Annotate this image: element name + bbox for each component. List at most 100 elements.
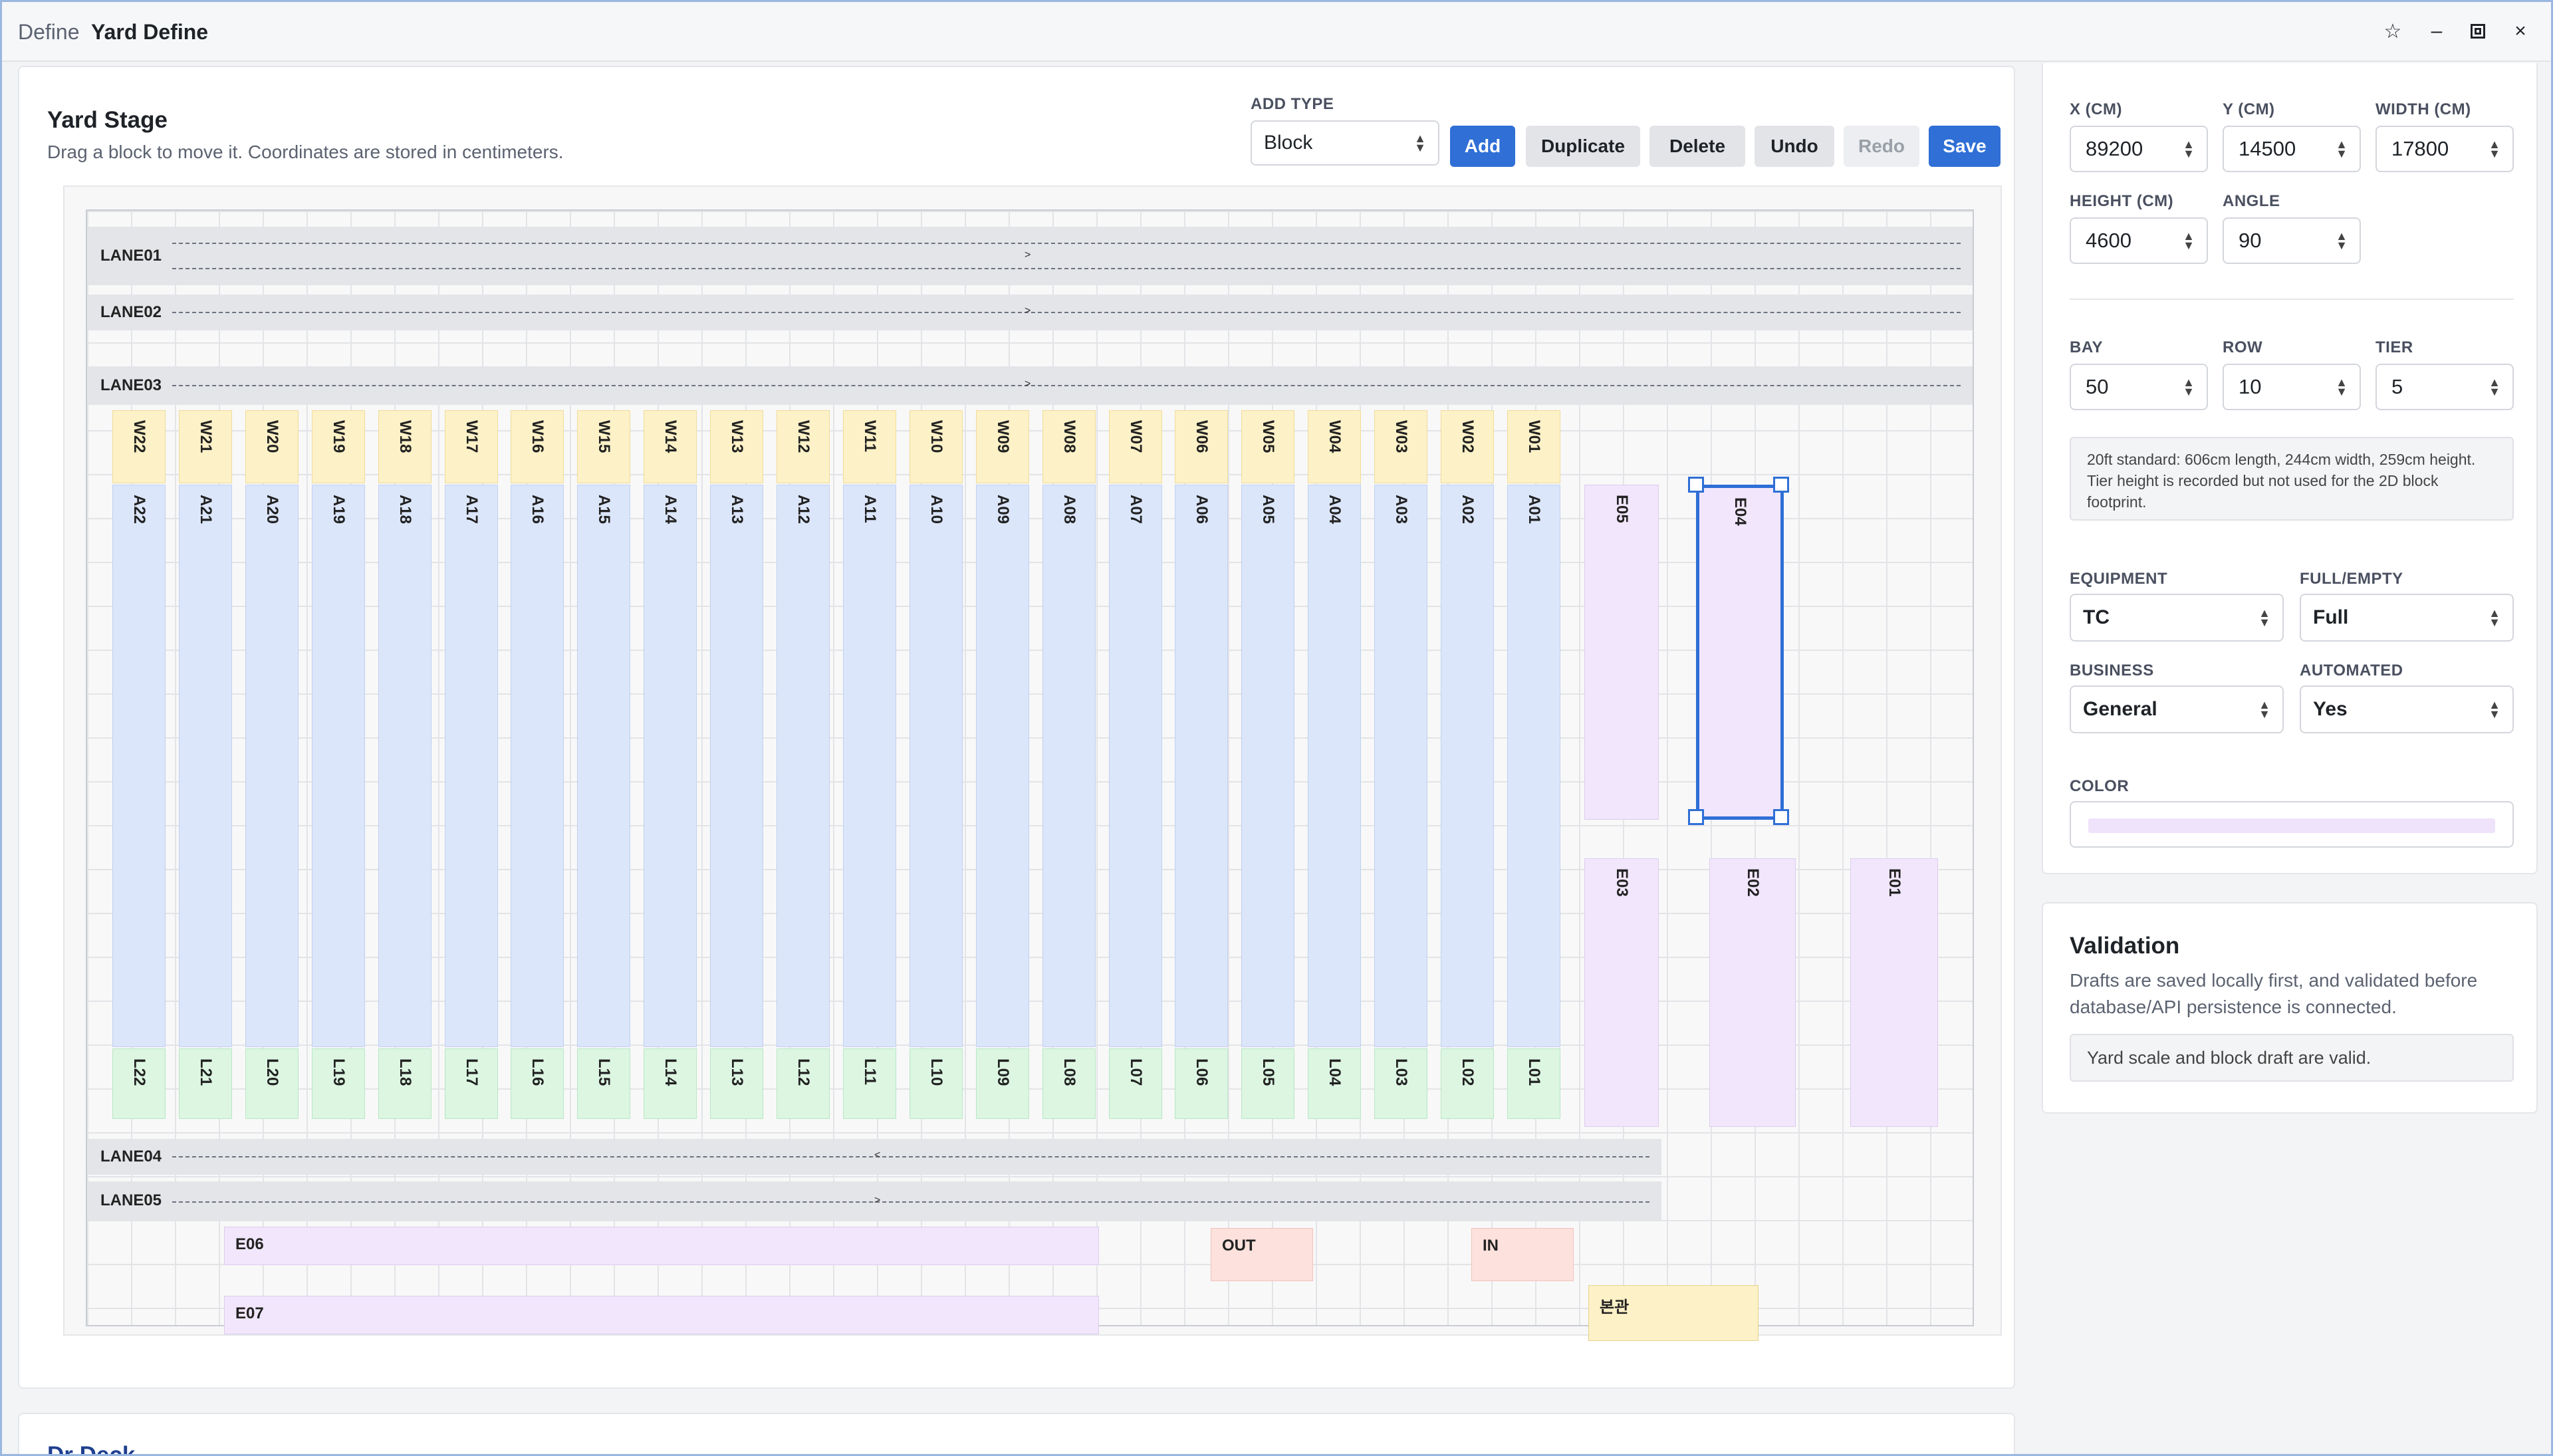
lane-LANE05[interactable]: LANE05 > <box>87 1181 1661 1220</box>
stepper-icon[interactable]: ▲ ▼ <box>2336 376 2348 398</box>
block-L07[interactable]: L07 <box>1109 1048 1162 1119</box>
block-A06[interactable]: A06 <box>1175 485 1228 1047</box>
star-icon[interactable]: ☆ <box>2378 17 2407 46</box>
block-W15[interactable]: W15 <box>577 410 630 483</box>
delete-button[interactable]: Delete <box>1649 126 1745 167</box>
block-E07[interactable]: E07 <box>224 1296 1099 1334</box>
gate-out[interactable]: OUT <box>1211 1228 1313 1281</box>
block-A18[interactable]: A18 <box>378 485 431 1047</box>
block-E05[interactable]: E05 <box>1584 485 1659 820</box>
save-button[interactable]: Save <box>1929 126 2001 167</box>
block-A10[interactable]: A10 <box>910 485 963 1047</box>
block-A02[interactable]: A02 <box>1441 485 1494 1047</box>
angle-input[interactable]: 90 ▲ ▼ <box>2223 217 2361 264</box>
block-W11[interactable]: W11 <box>843 410 896 483</box>
stepper-icon[interactable]: ▲ ▼ <box>2489 376 2500 398</box>
block-E03[interactable]: E03 <box>1584 858 1659 1127</box>
stepper-icon[interactable]: ▲ ▼ <box>2183 138 2195 160</box>
minimize-icon[interactable]: – <box>2422 17 2451 46</box>
block-A08[interactable]: A08 <box>1042 485 1096 1047</box>
block-L01[interactable]: L01 <box>1507 1048 1560 1119</box>
block-W08[interactable]: W08 <box>1042 410 1096 483</box>
block-L20[interactable]: L20 <box>245 1048 299 1119</box>
block-L17[interactable]: L17 <box>445 1048 498 1119</box>
add-type-select[interactable]: Block ▲ ▼ <box>1251 120 1439 166</box>
block-E01[interactable]: E01 <box>1850 858 1938 1127</box>
block-A14[interactable]: A14 <box>644 485 697 1047</box>
block-A07[interactable]: A07 <box>1109 485 1162 1047</box>
main-building[interactable]: 본관 <box>1588 1285 1759 1341</box>
block-A12[interactable]: A12 <box>777 485 830 1047</box>
stepper-icon[interactable]: ▲ ▼ <box>2183 376 2195 398</box>
resize-handle[interactable] <box>1773 809 1789 825</box>
block-L06[interactable]: L06 <box>1175 1048 1228 1119</box>
full-empty-select[interactable]: Full ▲ ▼ <box>2300 594 2514 642</box>
block-A09[interactable]: A09 <box>976 485 1029 1047</box>
block-W05[interactable]: W05 <box>1241 410 1294 483</box>
block-W10[interactable]: W10 <box>910 410 963 483</box>
block-A16[interactable]: A16 <box>511 485 564 1047</box>
block-E04-selected[interactable]: E04 <box>1696 485 1784 820</box>
gate-in[interactable]: IN <box>1471 1228 1574 1281</box>
lane-LANE02[interactable]: LANE02 > <box>87 295 1973 330</box>
stepper-icon[interactable]: ▲ ▼ <box>2336 138 2348 160</box>
block-L05[interactable]: L05 <box>1241 1048 1294 1119</box>
block-A05[interactable]: A05 <box>1241 485 1294 1047</box>
business-select[interactable]: General ▲ ▼ <box>2070 685 2284 733</box>
block-E06[interactable]: E06 <box>224 1227 1099 1265</box>
equipment-select[interactable]: TC ▲ ▼ <box>2070 594 2284 642</box>
block-L09[interactable]: L09 <box>976 1048 1029 1119</box>
block-L21[interactable]: L21 <box>179 1048 232 1119</box>
block-W02[interactable]: W02 <box>1441 410 1494 483</box>
lane-LANE01[interactable]: LANE01 > <box>87 227 1973 285</box>
block-W22[interactable]: W22 <box>112 410 166 483</box>
block-W19[interactable]: W19 <box>312 410 365 483</box>
block-W18[interactable]: W18 <box>378 410 431 483</box>
block-W16[interactable]: W16 <box>511 410 564 483</box>
stepper-icon[interactable]: ▲ ▼ <box>2489 138 2500 160</box>
block-W14[interactable]: W14 <box>644 410 697 483</box>
add-button[interactable]: Add <box>1450 126 1515 167</box>
block-L15[interactable]: L15 <box>577 1048 630 1119</box>
block-L16[interactable]: L16 <box>511 1048 564 1119</box>
bay-input[interactable]: 50 ▲ ▼ <box>2070 364 2208 410</box>
x-input[interactable]: 89200 ▲ ▼ <box>2070 126 2208 172</box>
block-W13[interactable]: W13 <box>710 410 763 483</box>
undo-button[interactable]: Undo <box>1755 126 1834 167</box>
block-L10[interactable]: L10 <box>910 1048 963 1119</box>
block-W17[interactable]: W17 <box>445 410 498 483</box>
block-W21[interactable]: W21 <box>179 410 232 483</box>
maximize-icon[interactable] <box>2463 17 2492 46</box>
resize-handle[interactable] <box>1688 809 1704 825</box>
tier-input[interactable]: 5 ▲ ▼ <box>2375 364 2514 410</box>
block-L13[interactable]: L13 <box>710 1048 763 1119</box>
stepper-icon[interactable]: ▲ ▼ <box>2183 230 2195 251</box>
block-W01[interactable]: W01 <box>1507 410 1560 483</box>
block-A21[interactable]: A21 <box>179 485 232 1047</box>
color-input[interactable] <box>2070 801 2514 848</box>
block-A03[interactable]: A03 <box>1374 485 1427 1047</box>
block-A20[interactable]: A20 <box>245 485 299 1047</box>
block-A22[interactable]: A22 <box>112 485 166 1047</box>
block-A11[interactable]: A11 <box>843 485 896 1047</box>
lane-LANE04[interactable]: LANE04 < <box>87 1139 1661 1175</box>
width-input[interactable]: 17800 ▲ ▼ <box>2375 126 2514 172</box>
block-W04[interactable]: W04 <box>1308 410 1361 483</box>
block-L22[interactable]: L22 <box>112 1048 166 1119</box>
block-A19[interactable]: A19 <box>312 485 365 1047</box>
duplicate-button[interactable]: Duplicate <box>1526 126 1640 167</box>
block-L02[interactable]: L02 <box>1441 1048 1494 1119</box>
block-W06[interactable]: W06 <box>1175 410 1228 483</box>
block-A15[interactable]: A15 <box>577 485 630 1047</box>
block-A01[interactable]: A01 <box>1507 485 1560 1047</box>
block-A13[interactable]: A13 <box>710 485 763 1047</box>
y-input[interactable]: 14500 ▲ ▼ <box>2223 126 2361 172</box>
block-A04[interactable]: A04 <box>1308 485 1361 1047</box>
block-W03[interactable]: W03 <box>1374 410 1427 483</box>
block-L08[interactable]: L08 <box>1042 1048 1096 1119</box>
stepper-icon[interactable]: ▲ ▼ <box>2336 230 2348 251</box>
block-L03[interactable]: L03 <box>1374 1048 1427 1119</box>
block-L14[interactable]: L14 <box>644 1048 697 1119</box>
block-L11[interactable]: L11 <box>843 1048 896 1119</box>
block-A17[interactable]: A17 <box>445 485 498 1047</box>
